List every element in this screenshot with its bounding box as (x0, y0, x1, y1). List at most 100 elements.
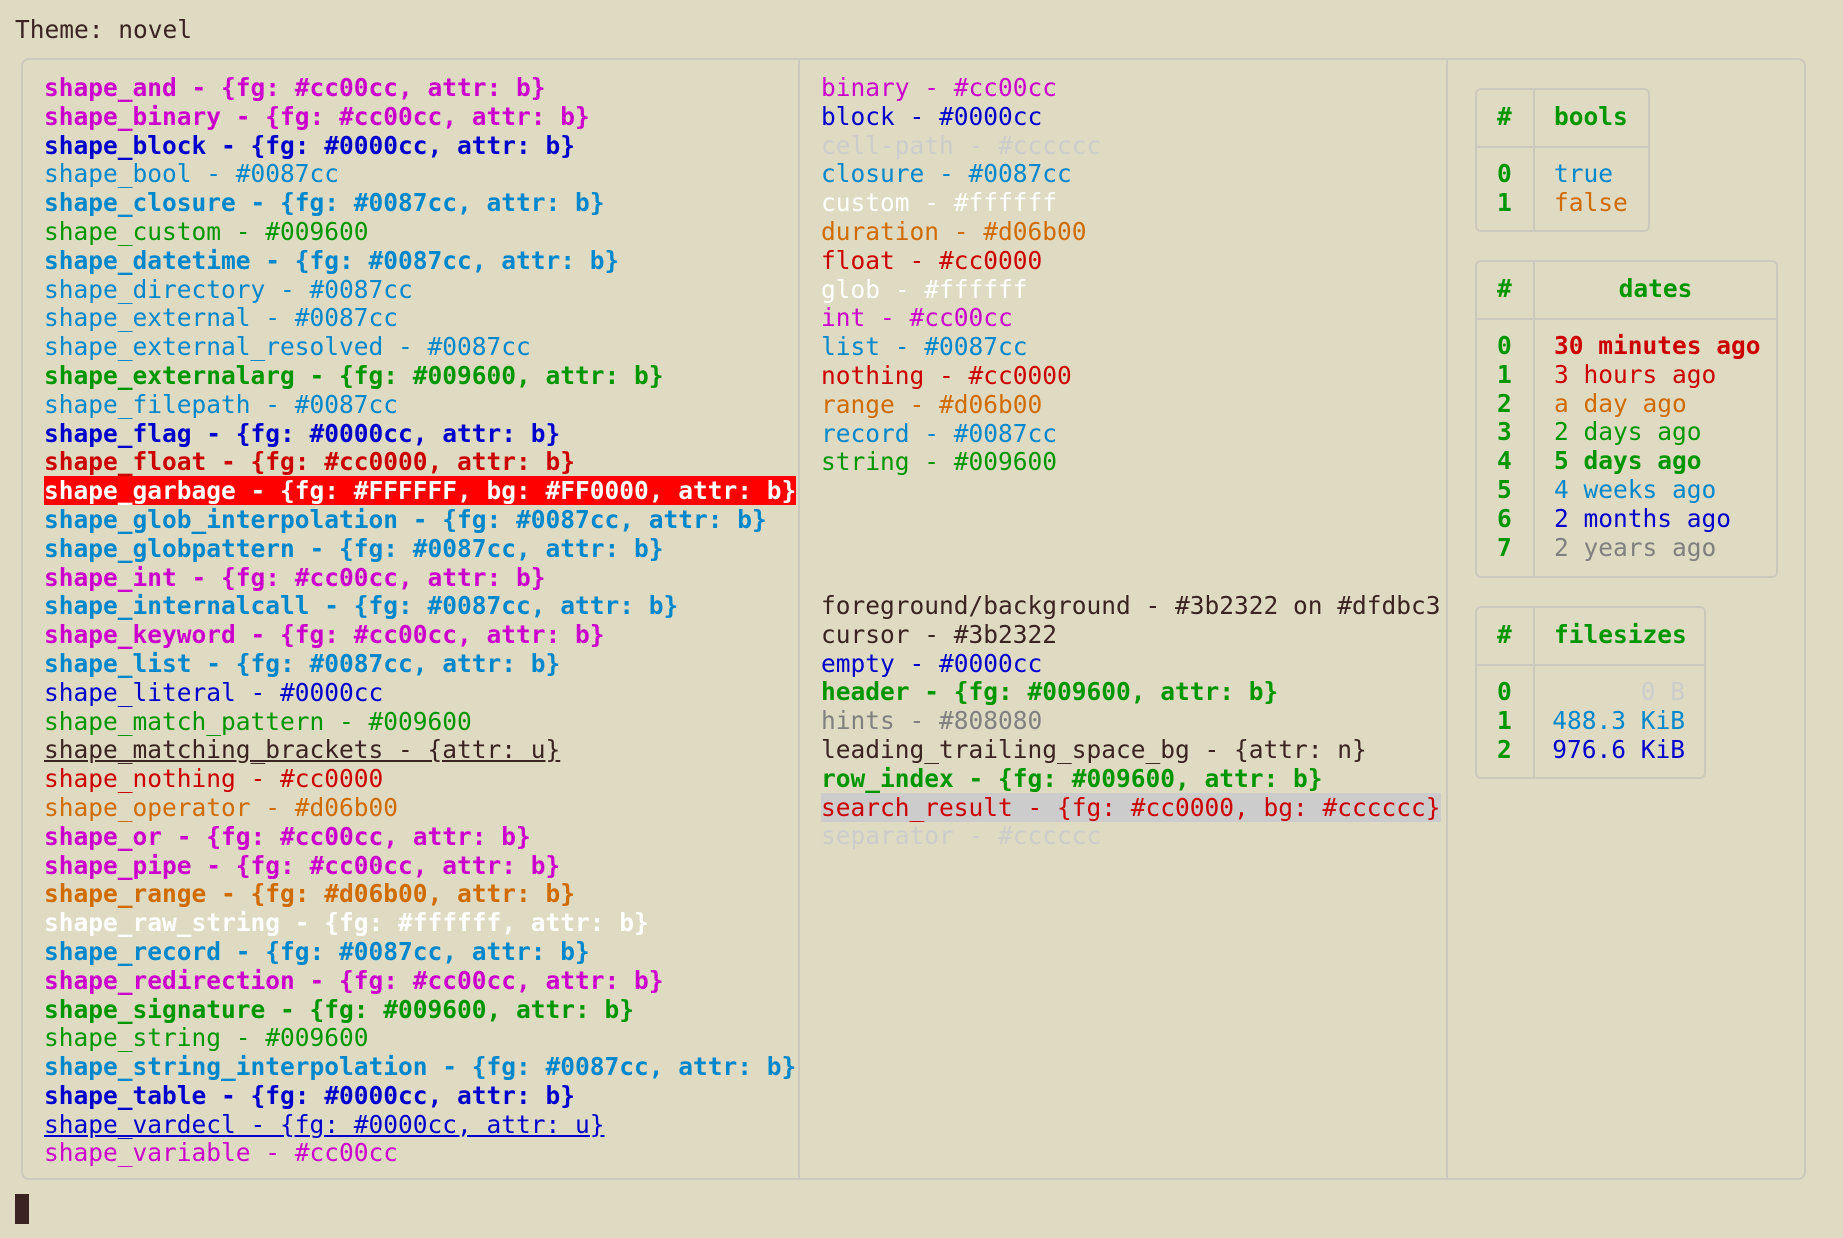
shape-entry: shape_table - {fg: #0000cc, attr: b} (44, 1080, 576, 1110)
row-value: 0 B (1640, 677, 1685, 706)
type-entry: range - #d06b00 (821, 389, 1043, 419)
type-entry: binary - #cc00cc (821, 73, 1058, 102)
shape-entry: shape_redirection - {fg: #cc00cc, attr: … (44, 965, 664, 995)
row-index: 0 (1497, 677, 1512, 706)
shape-entry: shape_closure - {fg: #0087cc, attr: b} (44, 188, 605, 218)
table-index-header: # (1497, 620, 1512, 649)
ui-entry: cursor - #3b2322 (821, 619, 1058, 649)
row-index: 6 (1497, 503, 1512, 533)
bools-table: # bools 0 true 1 false (1475, 88, 1650, 232)
shape-entry: shape_record - {fg: #0087cc, attr: b} (44, 936, 590, 966)
row-index: 2 (1497, 388, 1512, 418)
shape-entry: shape_list - {fg: #0087cc, attr: b} (44, 648, 561, 678)
ui-entry: hints - #808080 (821, 706, 1043, 736)
row-value: 2 years ago (1554, 532, 1717, 562)
row-value: 488.3 KiB (1552, 705, 1685, 735)
shape-entry: shape_float - {fg: #cc0000, attr: b} (44, 447, 576, 477)
ui-entry: empty - #0000cc (821, 648, 1043, 678)
row-index: 5 (1497, 475, 1512, 504)
shape-entry: shape_match_pattern - #009600 (44, 706, 472, 736)
ui-entry: leading_trailing_space_bg - {attr: n} (821, 734, 1367, 764)
dates-table: # dates 0 30 minutes ago 1 3 hours ago 2 a day … (1475, 260, 1778, 578)
type-entry: closure - #0087cc (821, 159, 1072, 189)
shape-entry: shape_glob_interpolation - {fg: #0087cc,… (44, 504, 767, 534)
row-index: 7 (1497, 532, 1512, 562)
shape-entry: shape_pipe - {fg: #cc00cc, attr: b} (44, 850, 561, 880)
type-entry: duration - #d06b00 (821, 216, 1087, 246)
shape-entry: shape_raw_string - {fg: #ffffff, attr: b… (44, 908, 649, 938)
terminal-cursor[interactable] (15, 1194, 29, 1224)
shape-entry: shape_filepath - #0087cc (44, 389, 399, 419)
type-entry: list - #0087cc (821, 332, 1028, 362)
shape-entry: shape_signature - {fg: #009600, attr: b} (44, 994, 635, 1024)
row-index: 4 (1497, 446, 1512, 476)
shape-entry: shape_int - {fg: #cc00cc, attr: b} (44, 562, 546, 592)
ui-entry: row_index - {fg: #009600, attr: b} (821, 763, 1323, 793)
type-entry: nothing - #cc0000 (821, 360, 1072, 390)
shape-entry: shape_string_interpolation - {fg: #0087c… (44, 1052, 797, 1082)
table-header-divider (1477, 318, 1776, 320)
shape-entry: shape_block - {fg: #0000cc, attr: b} (44, 130, 576, 160)
row-value: 2 days ago (1554, 417, 1702, 447)
shape-entry: shape_binary - {fg: #cc00cc, attr: b} (44, 101, 590, 131)
shape-entry: shape_matching_brackets - {attr: u} (44, 735, 561, 765)
table-column-divider (1533, 90, 1535, 230)
table-header-divider (1477, 146, 1648, 148)
shape-entry: shape_internalcall - {fg: #0087cc, attr:… (44, 591, 679, 621)
shape-entry: shape_keyword - {fg: #cc00cc, attr: b} (44, 620, 605, 650)
table-header-divider (1477, 664, 1704, 666)
shape-entry: shape_and - {fg: #cc00cc, attr: b} (44, 73, 546, 102)
table-column-divider (1533, 262, 1535, 576)
ui-entry: separator - #cccccc (821, 821, 1102, 851)
row-value: a day ago (1554, 388, 1687, 418)
shape-entry: shape_flag - {fg: #0000cc, attr: b} (44, 418, 561, 448)
column-divider (1446, 58, 1448, 1180)
shape-entry: shape_vardecl - {fg: #0000cc, attr: u} (44, 1109, 605, 1139)
type-entry: custom - #ffffff (821, 188, 1058, 218)
shape-entry: shape_nothing - #cc0000 (44, 764, 384, 794)
row-index: 1 (1497, 705, 1512, 735)
row-value: 976.6 KiB (1552, 734, 1685, 764)
type-entry: string - #009600 (821, 447, 1058, 477)
shape-entry: shape_directory - #0087cc (44, 274, 413, 304)
type-entries-column: binary - #cc00cc block - #0000cc cell-path… (821, 73, 1102, 477)
row-index: 1 (1497, 187, 1512, 217)
table-index-header: # (1497, 274, 1512, 303)
shape-entries-column: shape_and - {fg: #cc00cc, attr: b} shape_… (44, 73, 797, 1168)
shape-entry: shape_or - {fg: #cc00cc, attr: b} (44, 821, 531, 851)
table-column-header: filesizes (1554, 620, 1687, 649)
shape-entry: shape_globpattern - {fg: #0087cc, attr: … (44, 533, 664, 563)
row-value: true (1554, 159, 1614, 188)
shape-entry: shape_variable - #cc00cc (44, 1138, 399, 1168)
shape-entry: shape_externalarg - {fg: #009600, attr: … (44, 360, 664, 390)
column-divider (798, 58, 800, 1180)
shape-entry: shape_external - #0087cc (44, 303, 399, 333)
table-column-header: dates (1618, 274, 1693, 303)
type-entry: int - #cc00cc (821, 303, 1013, 333)
row-index: 2 (1497, 734, 1512, 764)
shape-entry: shape_operator - #d06b00 (44, 792, 399, 822)
row-value: false (1554, 187, 1628, 217)
shape-entry: shape_garbage - {fg: #FFFFFF, bg: #FF000… (44, 476, 797, 506)
row-value: 5 days ago (1554, 446, 1702, 476)
ui-entry: foreground/background - #3b2322 on #dfdb… (821, 591, 1441, 620)
type-entry: cell-path - #cccccc (821, 130, 1102, 160)
row-index: 0 (1497, 331, 1512, 360)
type-entry: block - #0000cc (821, 101, 1043, 131)
shape-entry: shape_range - {fg: #d06b00, attr: b} (44, 879, 576, 909)
ui-entries-column: foreground/background - #3b2322 on #dfdb… (821, 591, 1441, 851)
row-value: 4 weeks ago (1554, 475, 1717, 504)
shape-entry: shape_literal - #0000cc (44, 677, 384, 707)
row-index: 0 (1497, 159, 1512, 188)
row-index: 1 (1497, 359, 1512, 389)
ui-entry: search_result - {fg: #cc0000, bg: #ccccc… (821, 792, 1441, 822)
shape-entry: shape_bool - #0087cc (44, 159, 340, 189)
table-column-header: bools (1554, 102, 1628, 131)
theme-title: Theme: novel (15, 15, 193, 44)
shape-entry: shape_string - #009600 (44, 1023, 369, 1053)
table-index-header: # (1497, 102, 1512, 131)
type-entry: record - #0087cc (821, 418, 1058, 448)
row-index: 3 (1497, 417, 1512, 447)
row-value: 30 minutes ago (1554, 331, 1761, 360)
row-value: 2 months ago (1554, 503, 1732, 533)
